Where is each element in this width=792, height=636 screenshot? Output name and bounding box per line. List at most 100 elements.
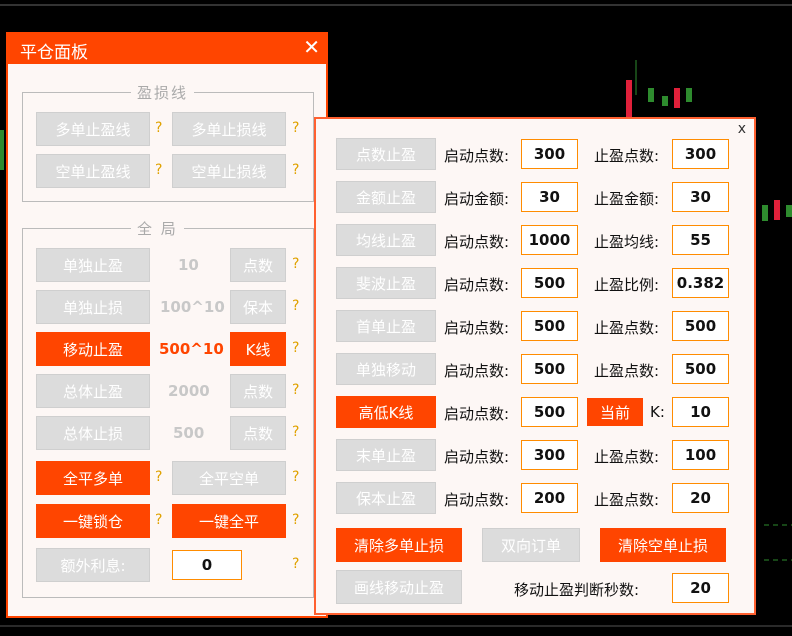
target-label: 止盈点数: xyxy=(594,147,660,165)
start-label: 启动金额: xyxy=(444,190,510,208)
target-label: 止盈点数: xyxy=(594,319,660,337)
points-take-profit-button[interactable]: 点数止盈 xyxy=(336,138,436,170)
target-label: 止盈均线: xyxy=(594,233,660,251)
sell-take-profit-line-button[interactable]: 空单止盈线 xyxy=(36,154,150,188)
target-label: 止盈点数: xyxy=(594,362,660,380)
target-input[interactable]: 100 xyxy=(672,440,729,470)
start-input[interactable]: 500 xyxy=(521,397,578,427)
start-input[interactable]: 500 xyxy=(521,311,578,341)
total-stop-loss-button[interactable]: 总体止损 xyxy=(36,416,150,450)
current-button[interactable]: 当前 xyxy=(587,398,643,426)
target-label: 止盈点数: xyxy=(594,491,660,509)
points-mode-button[interactable]: 点数 xyxy=(230,248,286,282)
group-title: 全 局 xyxy=(131,218,184,239)
extra-interest-input[interactable]: 0 xyxy=(172,550,242,580)
amount-take-profit-button[interactable]: 金额止盈 xyxy=(336,181,436,213)
kline-mode-button[interactable]: K线 xyxy=(230,332,286,366)
target-label: 止盈金额: xyxy=(594,190,660,208)
group-title: 盈损线 xyxy=(131,82,195,103)
points-mode-button[interactable]: 点数 xyxy=(230,416,286,450)
close-icon[interactable]: x xyxy=(738,121,746,137)
help-icon[interactable]: ? xyxy=(292,382,299,398)
single-stop-loss-button[interactable]: 单独止损 xyxy=(36,290,150,324)
start-label: 启动点数: xyxy=(444,147,510,165)
fibonacci-take-profit-button[interactable]: 斐波止盈 xyxy=(336,267,436,299)
target-input[interactable]: 300 xyxy=(672,139,729,169)
help-icon[interactable]: ? xyxy=(292,162,299,178)
one-click-lock-button[interactable]: 一键锁仓 xyxy=(36,504,150,538)
help-icon[interactable]: ? xyxy=(292,512,299,528)
trailing-take-profit-value: 500^10 xyxy=(159,340,224,358)
total-take-profit-value: 2000 xyxy=(168,382,210,400)
breakeven-button[interactable]: 保本 xyxy=(230,290,286,324)
start-input[interactable]: 500 xyxy=(521,354,578,384)
trailing-take-profit-button[interactable]: 移动止盈 xyxy=(36,332,150,366)
start-input[interactable]: 300 xyxy=(521,139,578,169)
start-label: 启动点数: xyxy=(444,491,510,509)
total-take-profit-button[interactable]: 总体止盈 xyxy=(36,374,150,408)
start-input[interactable]: 30 xyxy=(521,182,578,212)
k-label: K: xyxy=(650,403,665,421)
extra-interest-label: 额外利息: xyxy=(36,548,150,582)
clear-sell-stop-loss-button[interactable]: 清除空单止损 xyxy=(600,528,726,562)
help-icon[interactable]: ? xyxy=(292,298,299,314)
help-icon[interactable]: ? xyxy=(292,469,299,485)
help-icon[interactable]: ? xyxy=(155,162,162,178)
breakeven-take-profit-button[interactable]: 保本止盈 xyxy=(336,482,436,514)
high-low-kline-button[interactable]: 高低K线 xyxy=(336,396,436,428)
target-input[interactable]: 55 xyxy=(672,225,729,255)
single-take-profit-button[interactable]: 单独止盈 xyxy=(36,248,150,282)
panel-titlebar[interactable]: 平仓面板 ✕ xyxy=(8,34,326,64)
buy-stop-loss-line-button[interactable]: 多单止损线 xyxy=(172,112,286,146)
help-icon[interactable]: ? xyxy=(292,340,299,356)
one-click-close-all-button[interactable]: 一键全平 xyxy=(172,504,286,538)
start-input[interactable]: 1000 xyxy=(521,225,578,255)
start-label: 启动点数: xyxy=(444,233,510,251)
target-input[interactable]: 500 xyxy=(672,354,729,384)
buy-take-profit-line-button[interactable]: 多单止盈线 xyxy=(36,112,150,146)
single-stop-loss-value: 100^10 xyxy=(160,298,225,316)
ma-take-profit-button[interactable]: 均线止盈 xyxy=(336,224,436,256)
target-label: 止盈点数: xyxy=(594,448,660,466)
line-trailing-stop-button[interactable]: 画线移动止盈 xyxy=(336,570,462,604)
help-icon[interactable]: ? xyxy=(292,120,299,136)
take-profit-settings-panel: x 点数止盈 启动点数: 300 止盈点数: 300 金额止盈 启动金额: 30… xyxy=(314,117,756,615)
target-input[interactable]: 20 xyxy=(672,483,729,513)
two-way-order-button[interactable]: 双向订单 xyxy=(482,528,580,562)
start-label: 启动点数: xyxy=(444,362,510,380)
close-position-panel: 平仓面板 ✕ 盈损线 多单止盈线 ? 多单止损线 ? 空单止盈线 ? 空单止损线… xyxy=(6,32,328,618)
target-label: 止盈比例: xyxy=(594,276,660,294)
target-input[interactable]: 500 xyxy=(672,311,729,341)
target-input[interactable]: 0.382 xyxy=(672,268,729,298)
start-label: 启动点数: xyxy=(444,448,510,466)
points-mode-button[interactable]: 点数 xyxy=(230,374,286,408)
help-icon[interactable]: ? xyxy=(292,424,299,440)
single-take-profit-value: 10 xyxy=(178,256,199,274)
start-input[interactable]: 300 xyxy=(521,440,578,470)
trailing-seconds-label: 移动止盈判断秒数: xyxy=(514,581,640,599)
k-input[interactable]: 10 xyxy=(672,397,729,427)
total-stop-loss-value: 500 xyxy=(173,424,205,442)
clear-buy-stop-loss-button[interactable]: 清除多单止损 xyxy=(336,528,462,562)
start-label: 启动点数: xyxy=(444,276,510,294)
panel-title: 平仓面板 xyxy=(20,43,88,63)
first-order-take-profit-button[interactable]: 首单止盈 xyxy=(336,310,436,342)
start-label: 启动点数: xyxy=(444,319,510,337)
target-input[interactable]: 30 xyxy=(672,182,729,212)
help-icon[interactable]: ? xyxy=(155,120,162,136)
start-label: 启动点数: xyxy=(444,405,510,423)
help-icon[interactable]: ? xyxy=(292,256,299,272)
start-input[interactable]: 200 xyxy=(521,483,578,513)
help-icon[interactable]: ? xyxy=(155,469,162,485)
help-icon[interactable]: ? xyxy=(155,512,162,528)
close-icon[interactable]: ✕ xyxy=(303,35,320,59)
start-input[interactable]: 500 xyxy=(521,268,578,298)
last-order-take-profit-button[interactable]: 末单止盈 xyxy=(336,439,436,471)
single-trailing-button[interactable]: 单独移动 xyxy=(336,353,436,385)
global-group: 全 局 xyxy=(22,218,314,598)
close-all-buy-button[interactable]: 全平多单 xyxy=(36,461,150,495)
trailing-seconds-input[interactable]: 20 xyxy=(672,573,729,603)
help-icon[interactable]: ? xyxy=(292,556,299,572)
sell-stop-loss-line-button[interactable]: 空单止损线 xyxy=(172,154,286,188)
close-all-sell-button[interactable]: 全平空单 xyxy=(172,461,286,495)
